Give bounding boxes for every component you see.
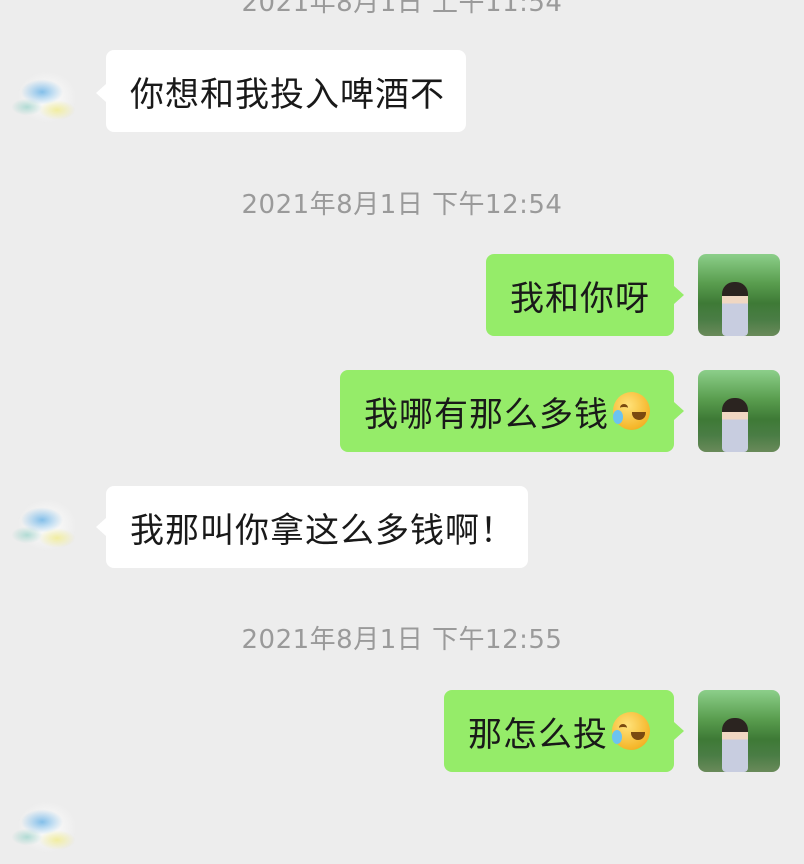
user-avatar[interactable] — [698, 254, 780, 336]
message-bubble-received[interactable]: 我那叫你拿这么多钱啊！ — [106, 486, 528, 568]
user-avatar[interactable] — [698, 690, 780, 772]
avatar-photo-figure — [722, 398, 748, 452]
message-text: 我哪有那么多钱 — [364, 394, 609, 435]
contact-avatar[interactable] — [2, 480, 84, 562]
message-text: 那怎么投 — [468, 714, 608, 755]
message-text: 你想和我投入啤酒不 — [130, 74, 445, 115]
bubble-tail — [674, 722, 684, 740]
timestamp: 2021年8月1日 下午12:54 — [241, 190, 563, 220]
message-text: 我那叫你拿这么多钱啊！ — [130, 510, 515, 551]
bubble-tail — [96, 518, 106, 536]
bubble-tail — [674, 402, 684, 420]
bubble-tail — [96, 84, 106, 102]
message-bubble-sent[interactable]: 我哪有那么多钱 — [340, 370, 674, 452]
crying-laughing-emoji-icon — [612, 712, 650, 750]
message-bubble-sent[interactable]: 我和你呀 — [486, 254, 674, 336]
avatar-photo-figure — [722, 282, 748, 336]
timestamp: 2021年8月1日 下午12:55 — [241, 625, 563, 655]
contact-avatar[interactable] — [2, 52, 84, 134]
timestamp: 2021年8月1日 上午11:54 — [241, 0, 563, 18]
contact-avatar[interactable] — [2, 782, 84, 864]
avatar-photo-figure — [722, 718, 748, 772]
message-text: 我和你呀 — [510, 278, 650, 319]
crying-laughing-emoji-icon — [613, 392, 650, 430]
message-bubble-sent[interactable]: 那怎么投 — [444, 690, 674, 772]
message-bubble-received[interactable]: 你想和我投入啤酒不 — [106, 50, 466, 132]
bubble-tail — [674, 286, 684, 304]
user-avatar[interactable] — [698, 370, 780, 452]
